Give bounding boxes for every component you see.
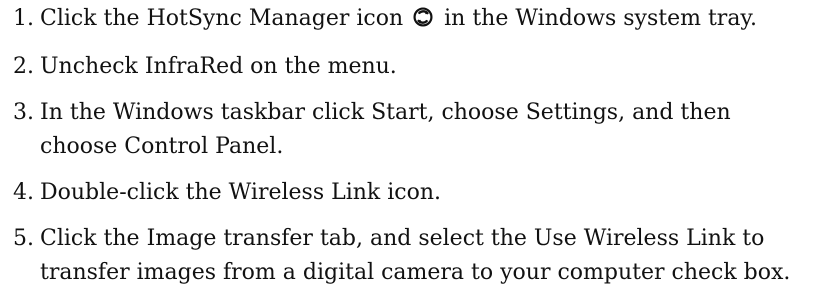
step-4-number: 4. xyxy=(13,180,34,205)
step-2-text: Uncheck InfraRed on the menu. xyxy=(40,54,397,79)
hotsync-icon xyxy=(412,6,434,28)
step-1-text: Click the HotSync Manager icon in the Wi… xyxy=(40,2,810,36)
step-3: 3. In the Windows taskbar click Start, c… xyxy=(0,96,810,164)
step-2-number: 2. xyxy=(13,54,34,79)
step-3-text: In the Windows taskbar click Start, choo… xyxy=(40,100,731,159)
step-1-text-before-icon: Click the HotSync Manager icon xyxy=(40,6,404,31)
step-3-number: 3. xyxy=(13,100,34,125)
instruction-steps: 1. Click the HotSync Manager icon in the… xyxy=(0,0,825,288)
step-1-text-after-icon: in the Windows system tray. xyxy=(444,6,757,31)
step-4: 4. Double-click the Wireless Link icon. xyxy=(0,176,810,210)
step-1: 1. Click the HotSync Manager icon in the… xyxy=(0,2,810,36)
step-5-text: Click the Image transfer tab, and select… xyxy=(40,226,791,285)
step-1-number: 1. xyxy=(13,6,34,31)
step-5-number: 5. xyxy=(13,226,34,251)
step-4-text: Double-click the Wireless Link icon. xyxy=(40,180,442,205)
step-5: 5. Click the Image transfer tab, and sel… xyxy=(0,222,810,290)
step-2: 2. Uncheck InfraRed on the menu. xyxy=(0,50,810,84)
